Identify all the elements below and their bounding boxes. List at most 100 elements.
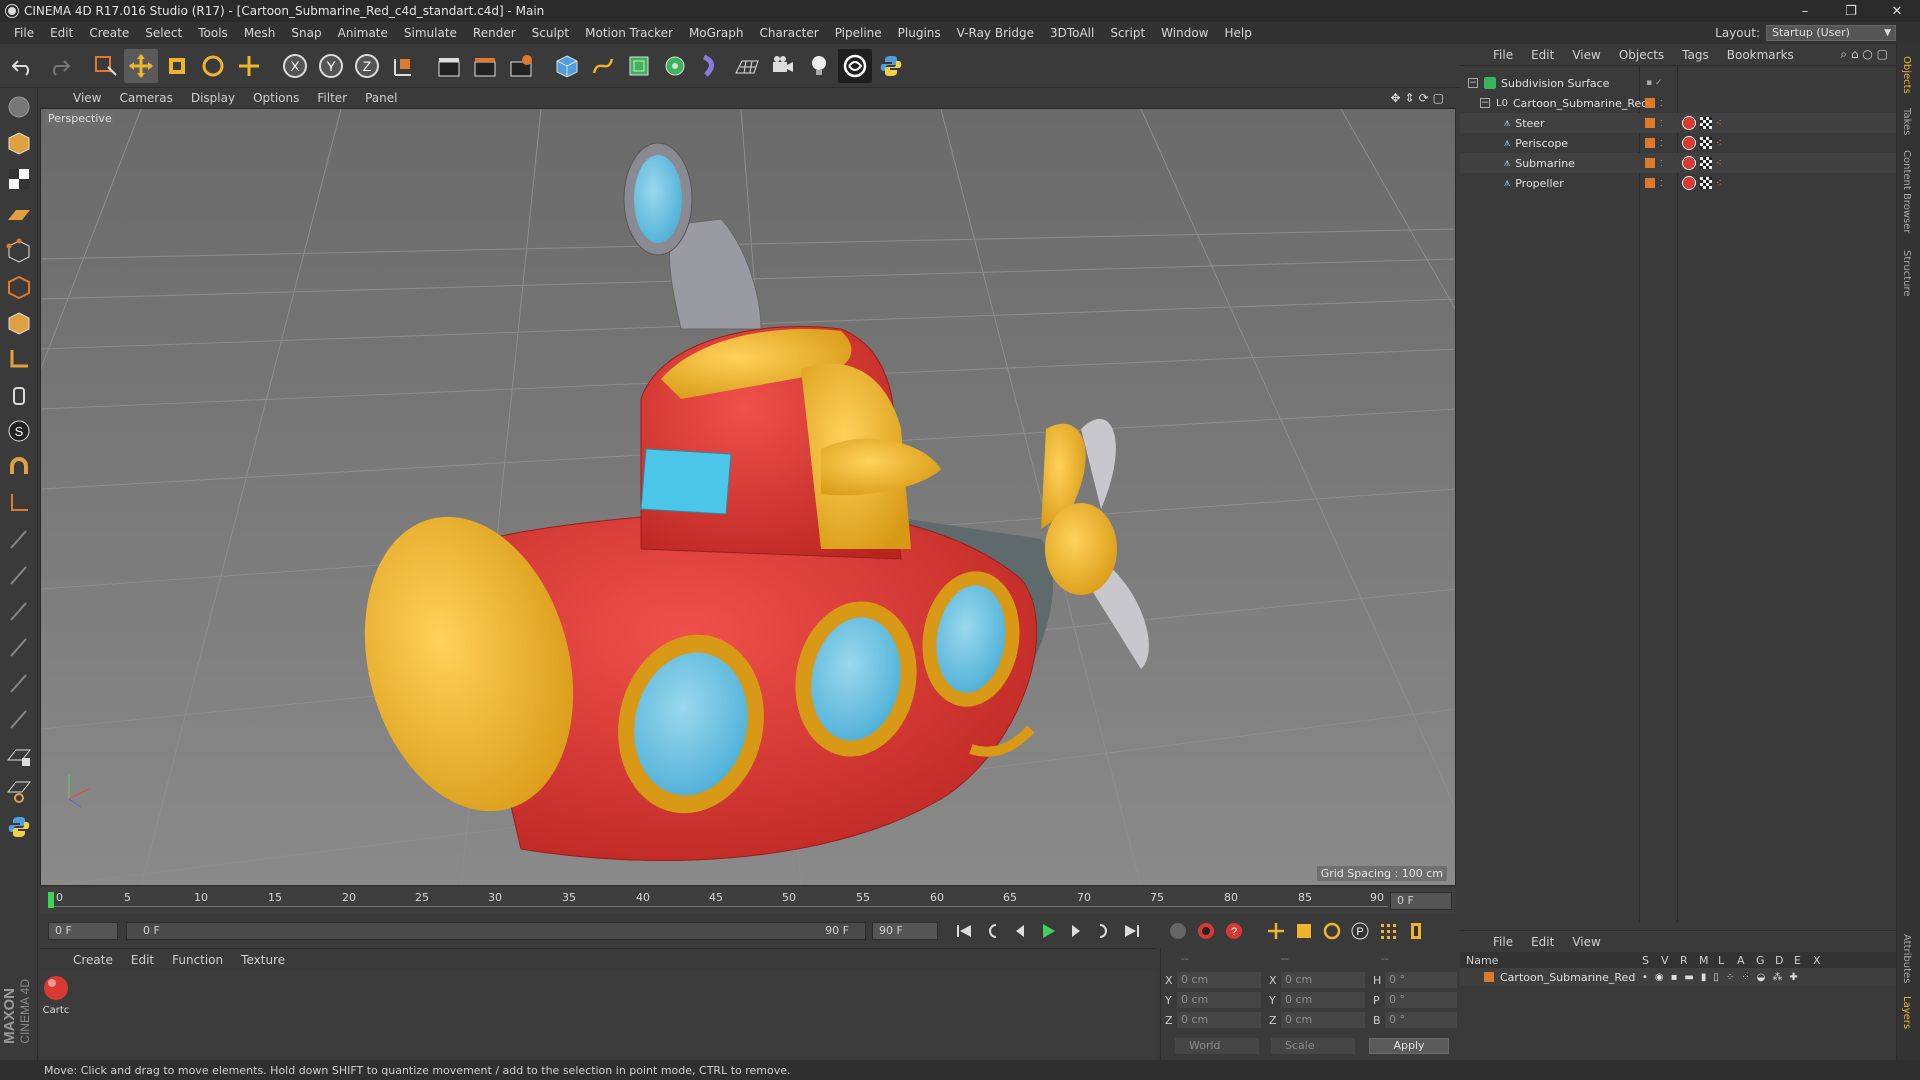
layer-menu-file[interactable]: File [1484,935,1522,949]
texture-tag-icon[interactable] [1700,157,1712,169]
python-script-button[interactable] [2,810,36,844]
object-row[interactable]: − L0 Cartoon_Submarine_Red ⁚ [1460,93,1896,113]
layout-select[interactable]: Startup (User) ▼ [1766,25,1896,41]
om-menu-tags[interactable]: Tags [1673,48,1718,62]
om-search-icon[interactable]: ⌕ ⌂ ○ ▢ [1840,47,1888,62]
workplane-mode-button[interactable] [2,198,36,232]
object-row[interactable]: ⩚ Periscope ⁚ ⁖ [1460,133,1896,153]
size-mode-select[interactable]: Scale [1271,1038,1355,1054]
menu-window[interactable]: Window [1153,26,1216,40]
texture-tag-icon[interactable] [1700,137,1712,149]
record-position-button[interactable] [1263,918,1289,944]
move-tool-button[interactable] [124,48,158,83]
cube-object-button[interactable] [550,49,584,83]
position-x-field[interactable]: 0 cm [1177,972,1261,988]
material-menu-edit[interactable]: Edit [122,953,163,967]
brush-tool-1-button[interactable] [2,522,36,556]
material-tag-icon[interactable] [1682,156,1696,170]
magnet-button[interactable] [2,450,36,484]
tab-content-browser[interactable]: Content Browser [1901,150,1912,233]
axis-mode-button[interactable] [2,342,36,376]
visibility-dots[interactable]: ⁚ [1660,179,1663,188]
menu-plugins[interactable]: Plugins [890,26,949,40]
menu-simulate[interactable]: Simulate [396,26,465,40]
object-row[interactable]: ⩚ Steer ⁚ ⁖ [1460,113,1896,133]
selection-tag-icon[interactable]: ⁖ [1716,138,1722,149]
coordinate-space-select[interactable]: World [1175,1038,1259,1054]
edges-mode-button[interactable] [2,270,36,304]
layer-col-xref[interactable]: X [1813,954,1832,967]
material-menu-texture[interactable]: Texture [232,953,294,967]
timeline-end-field[interactable]: 0 F [1390,892,1452,910]
render-to-picture-viewer-button[interactable] [468,49,502,83]
menu-file[interactable]: File [6,26,42,40]
menu-vray-bridge[interactable]: V-Ray Bridge [949,26,1042,40]
layer-col-name[interactable]: Name [1466,954,1642,967]
material-menu-function[interactable]: Function [163,953,232,967]
record-parameter-button[interactable]: P [1347,918,1373,944]
layer-col-view[interactable]: V [1661,954,1680,967]
texture-tag-icon[interactable] [1700,117,1712,129]
undo-button[interactable] [6,49,40,83]
brush-tool-4-button[interactable] [2,630,36,664]
floor-button[interactable] [730,49,764,83]
size-x-field[interactable]: 0 cm [1281,972,1365,988]
viewport-nav-icons[interactable]: ✥⇕⟳▢ [1390,91,1448,105]
make-editable-button[interactable] [2,90,36,124]
menu-pipeline[interactable]: Pipeline [827,26,890,40]
visibility-dots[interactable]: ⁚ [1660,139,1663,148]
menu-3dtoall[interactable]: 3DToAll [1042,26,1102,40]
layer-col-render[interactable]: R [1680,954,1699,967]
viewport-menu-cameras[interactable]: Cameras [110,91,181,105]
transform-tool-button[interactable] [232,49,266,83]
scale-tool-button[interactable] [160,49,194,83]
timeline-window-button[interactable] [1403,918,1429,944]
material-menu-create[interactable]: Create [64,953,122,967]
layer-row[interactable]: Cartoon_Submarine_Red •◉▪▬▮▯⁘⁘◒⁂✚ [1460,968,1896,986]
object-row[interactable]: − Subdivision Surface ▪ ✓ [1460,73,1896,93]
tweak-mode-button[interactable] [2,378,36,412]
layer-color-swatch[interactable] [1645,98,1655,108]
points-mode-button[interactable] [2,234,36,268]
next-key-button[interactable] [1091,918,1117,944]
lock-workplane-button[interactable] [2,738,36,772]
position-y-field[interactable]: 0 cm [1177,992,1261,1008]
menu-select[interactable]: Select [137,26,190,40]
menu-sculpt[interactable]: Sculpt [524,26,577,40]
menu-mograph[interactable]: MoGraph [681,26,752,40]
menu-edit[interactable]: Edit [42,26,81,40]
selection-tag-icon[interactable]: ⁖ [1716,178,1722,189]
layer-color-swatch[interactable] [1645,138,1655,148]
layer-menu-view[interactable]: View [1563,935,1609,949]
maximize-button[interactable]: ❐ [1828,4,1874,19]
python-button[interactable] [874,49,908,83]
record-pla-button[interactable] [1375,918,1401,944]
viewport-menu-filter[interactable]: Filter [308,91,356,105]
viewport-menu-view[interactable]: View [64,91,110,105]
layer-color-swatch[interactable] [1645,158,1655,168]
tab-layers[interactable]: Layers [1901,996,1912,1029]
material-tag-icon[interactable] [1682,136,1696,150]
material-tag-icon[interactable] [1682,176,1696,190]
visibility-dots[interactable]: ⁚ [1660,99,1663,108]
go-to-end-button[interactable] [1119,918,1145,944]
menu-help[interactable]: Help [1216,26,1259,40]
menu-character[interactable]: Character [751,26,826,40]
layer-menu-edit[interactable]: Edit [1522,935,1563,949]
menu-create[interactable]: Create [81,26,137,40]
size-z-field[interactable]: 0 cm [1281,1012,1365,1028]
collapse-toggle-icon[interactable]: − [1480,98,1490,108]
collapse-toggle-icon[interactable]: − [1468,78,1478,88]
record-scale-button[interactable] [1291,918,1317,944]
viewport-menu-panel[interactable]: Panel [356,91,406,105]
tab-structure[interactable]: Structure [1901,250,1912,297]
layer-col-generators[interactable]: G [1756,954,1775,967]
camera-label[interactable]: Perspective [45,111,115,126]
om-menu-file[interactable]: File [1484,48,1522,62]
visibility-dots[interactable]: ▪ ✓ [1646,78,1663,88]
menu-render[interactable]: Render [465,26,524,40]
texture-mode-button[interactable] [2,162,36,196]
perspective-viewport[interactable]: Perspective Grid Spacing : 100 cm [40,108,1456,886]
camera-button[interactable] [766,49,800,83]
layer-col-animation[interactable]: A [1737,954,1756,967]
